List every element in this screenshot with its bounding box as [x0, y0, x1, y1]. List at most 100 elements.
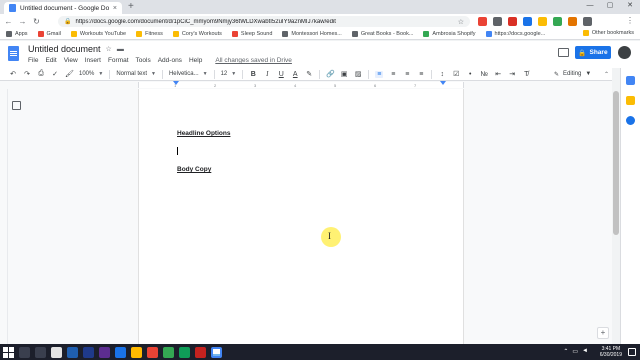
right-indent-marker[interactable] — [440, 81, 446, 85]
numbered-list-icon[interactable]: № — [480, 71, 488, 78]
bookmark-item[interactable]: Gmail — [37, 31, 61, 37]
back-icon[interactable]: ← — [4, 17, 13, 26]
link-icon[interactable]: 🔗 — [326, 70, 335, 78]
headline-options-text[interactable]: Headline Options — [177, 130, 230, 137]
network-icon[interactable]: ▭ — [572, 348, 578, 355]
image-icon[interactable]: ▨ — [354, 70, 362, 78]
bookmark-item[interactable]: Cory's Workouts — [172, 31, 222, 37]
taskbar-app-icon[interactable] — [163, 346, 174, 358]
taskbar-app-icon[interactable] — [179, 346, 190, 358]
collapse-menus-icon[interactable]: ⌃ — [604, 71, 609, 78]
vertical-scrollbar[interactable] — [612, 89, 620, 344]
maximize-button[interactable]: ▢ — [600, 0, 620, 12]
bookmark-item[interactable]: Sleep Sound — [231, 31, 272, 37]
document-page[interactable]: Headline Options Body Copy — [138, 89, 464, 344]
highlight-icon[interactable]: ✎ — [305, 70, 313, 78]
font-size-select[interactable]: 12 ▼ — [221, 71, 237, 77]
folder-icon[interactable]: ▬ — [117, 46, 124, 53]
menu-item-edit[interactable]: Edit — [45, 57, 56, 64]
taskbar-app-icon[interactable] — [35, 346, 46, 358]
new-tab-button[interactable]: + — [128, 2, 134, 12]
bookmark-item[interactable]: https://docs.google... — [485, 31, 545, 37]
taskbar-app-icon[interactable] — [83, 346, 94, 358]
redo-icon[interactable]: ↷ — [23, 70, 31, 78]
body-copy-text[interactable]: Body Copy — [177, 166, 211, 173]
menu-item-tools[interactable]: Tools — [136, 57, 151, 64]
taskbar-app-icon[interactable] — [99, 346, 110, 358]
font-select[interactable]: Helvetica... ▼ — [169, 71, 208, 77]
bookmark-item[interactable]: Great Books - Book... — [351, 31, 413, 37]
docs-logo-icon[interactable] — [8, 46, 19, 61]
increase-indent-icon[interactable]: ⇥ — [508, 70, 516, 78]
extension-icon[interactable] — [508, 17, 517, 26]
taskbar-app-icon[interactable] — [131, 346, 142, 358]
extension-icon[interactable] — [538, 17, 547, 26]
system-clock[interactable]: 3:41 PM 6/30/2019 — [600, 346, 622, 358]
address-bar[interactable]: 🔒 https://docs.google.com/document/d/1pC… — [58, 16, 470, 27]
align-center-icon[interactable]: ≡ — [389, 71, 397, 78]
extension-icon[interactable] — [523, 17, 532, 26]
bookmark-item[interactable]: Fitness — [136, 31, 163, 37]
bookmark-item[interactable]: Apps — [6, 31, 28, 37]
browser-tab[interactable]: Untitled document - Google Do × — [4, 2, 122, 14]
volume-icon[interactable]: ◄ — [582, 348, 588, 355]
menu-item-file[interactable]: File — [28, 57, 38, 64]
bulleted-list-icon[interactable]: • — [466, 71, 474, 78]
keep-icon[interactable] — [626, 96, 635, 105]
extension-icon[interactable] — [553, 17, 562, 26]
saved-status[interactable]: All changes saved in Drive — [215, 57, 292, 64]
bookmark-star-icon[interactable]: ☆ — [458, 18, 464, 26]
document-outline-icon[interactable] — [12, 101, 21, 110]
windows-start-icon[interactable] — [3, 346, 14, 358]
align-left-icon[interactable]: ≡ — [375, 70, 384, 78]
tasks-icon[interactable] — [626, 116, 635, 125]
extension-icon[interactable] — [583, 17, 592, 26]
star-icon[interactable]: ☆ — [106, 45, 112, 53]
bold-button[interactable]: B — [249, 71, 257, 78]
spellcheck-icon[interactable]: ✓ — [51, 70, 59, 78]
taskbar-app-icon[interactable] — [67, 346, 78, 358]
notifications-icon[interactable] — [628, 348, 636, 356]
reload-icon[interactable]: ↻ — [32, 17, 41, 26]
undo-icon[interactable]: ↶ — [9, 70, 17, 78]
other-bookmarks[interactable]: Other bookmarks — [582, 30, 634, 36]
taskbar-app-icon[interactable] — [115, 346, 126, 358]
bookmark-item[interactable]: Workouts YouTube — [70, 31, 126, 37]
style-select[interactable]: Normal text ▼ — [116, 71, 156, 77]
align-justify-icon[interactable]: ≡ — [417, 71, 425, 78]
forward-icon[interactable]: → — [18, 17, 27, 26]
decrease-indent-icon[interactable]: ⇤ — [494, 70, 502, 78]
menu-item-format[interactable]: Format — [108, 57, 129, 64]
italic-button[interactable]: I — [263, 70, 271, 78]
paint-format-icon[interactable]: 🖌 — [65, 70, 74, 78]
bookmark-item[interactable]: Ambrosia Shopify — [423, 31, 476, 37]
menu-item-view[interactable]: View — [64, 57, 78, 64]
editing-mode-select[interactable]: ✎ Editing ▼ — [554, 71, 591, 78]
share-button[interactable]: 🔒 Share — [575, 46, 611, 59]
chevron-up-icon[interactable]: ⌃ — [563, 348, 568, 355]
comments-icon[interactable] — [558, 48, 569, 57]
text-color-button[interactable]: A — [291, 71, 299, 78]
checklist-icon[interactable]: ☑ — [452, 70, 460, 78]
bookmark-item[interactable]: Montessori Homes... — [282, 31, 342, 37]
clear-formatting-icon[interactable]: T̸ — [522, 71, 530, 78]
zoom-select[interactable]: 100% ▼ — [79, 71, 103, 77]
menu-item-addons[interactable]: Add-ons — [158, 57, 182, 64]
extension-icon[interactable] — [493, 17, 502, 26]
extension-icon[interactable] — [478, 17, 487, 26]
taskbar-app-icon[interactable] — [147, 346, 158, 358]
left-indent-marker[interactable] — [173, 81, 179, 85]
menu-item-insert[interactable]: Insert — [85, 57, 101, 64]
taskbar-app-icon[interactable] — [19, 346, 30, 358]
line-spacing-icon[interactable]: ↕ — [438, 71, 446, 78]
minimize-button[interactable]: — — [580, 0, 600, 12]
align-right-icon[interactable]: ≡ — [403, 71, 411, 78]
extension-icon[interactable] — [568, 17, 577, 26]
avatar[interactable] — [618, 46, 631, 59]
browser-menu-icon[interactable]: ⋮ — [626, 16, 634, 25]
document-title[interactable]: Untitled document — [28, 44, 101, 54]
taskbar-app-icon[interactable] — [51, 346, 62, 358]
close-tab-icon[interactable]: × — [113, 5, 117, 12]
scroll-thumb[interactable] — [613, 91, 619, 235]
menu-item-help[interactable]: Help — [189, 57, 202, 64]
